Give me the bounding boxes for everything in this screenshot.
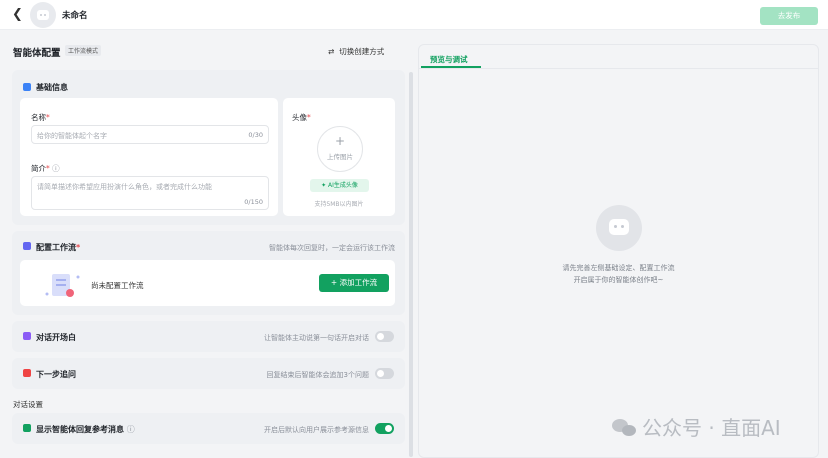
- workflow-hint: 智能体每次回复时，一定会运行该工作流: [269, 244, 395, 252]
- name-label: 名称*: [31, 113, 50, 122]
- workflow-empty-box: 尚未配置工作流 + 添加工作流: [20, 260, 395, 306]
- ai-generate-avatar-button[interactable]: ✦ AI生成头像: [310, 179, 369, 192]
- question-icon: [23, 369, 31, 377]
- basic-info-card: 基础信息 名称* 给你的智能体起个名字 0/30 简介* ⓘ 请简单描述你希望应…: [12, 70, 405, 225]
- publish-button[interactable]: 去发布: [760, 7, 818, 25]
- image-icon: [23, 83, 31, 91]
- name-counter: 0/30: [248, 131, 263, 139]
- top-bar: ❮ 未命名 去发布: [0, 0, 828, 30]
- watermark: 公众号 · 直面AI: [612, 412, 781, 441]
- opening-card: 对话开场白 让智能体主动说第一句话开启对话: [12, 321, 405, 352]
- tab-divider: [419, 68, 818, 69]
- next-step-card: 下一步追问 回复结束后智能体会追加3个问题: [12, 358, 405, 389]
- name-intro-box: 名称* 给你的智能体起个名字 0/30 简介* ⓘ 请简单描述你希望应用扮演什么…: [20, 98, 278, 216]
- mode-tag: 工作流模式: [65, 45, 102, 56]
- avatar-label: 头像*: [292, 113, 311, 122]
- config-panel: 智能体配置 工作流模式 ⇄ 切换创建方式 基础信息 名称* 给你的智能体起个名字 …: [0, 30, 414, 458]
- add-workflow-button[interactable]: + 添加工作流: [319, 274, 389, 292]
- reference-title: 显示智能体回复参考消息 ⓘ: [36, 425, 135, 434]
- config-title: 智能体配置: [13, 48, 61, 59]
- bot-placeholder-icon: [596, 205, 642, 251]
- next-step-title: 下一步追问: [36, 370, 76, 379]
- agent-name: 未命名: [62, 11, 88, 21]
- sparkle-icon: ✦: [321, 182, 327, 189]
- opening-toggle[interactable]: [375, 331, 394, 342]
- reference-hint: 开启后默认向用户展示参考源信息: [264, 426, 369, 434]
- avatar-box: 头像* + 上传图片 ✦ AI生成头像 支持5MB以内图片: [283, 98, 395, 216]
- workflow-title: 配置工作流*: [36, 243, 81, 252]
- switch-mode-label: 切换创建方式: [339, 47, 385, 56]
- empty-state-line2: 开启属于你的智能体创作吧~: [573, 276, 664, 284]
- size-tip: 支持5MB以内图片: [314, 201, 364, 208]
- next-step-hint: 回复结束后智能体会追加3个问题: [266, 371, 369, 379]
- tab-preview-debug[interactable]: 预览与调试: [430, 54, 468, 65]
- workflow-empty-text: 尚未配置工作流: [91, 281, 144, 290]
- dialog-settings-label: 对话设置: [13, 400, 43, 409]
- intro-textarea[interactable]: 请简单描述你希望应用扮演什么角色，或者完成什么功能 0/150: [31, 176, 269, 210]
- workflow-icon: [23, 242, 31, 250]
- opening-title: 对话开场白: [36, 333, 76, 342]
- back-arrow-icon[interactable]: ❮: [12, 7, 26, 23]
- workflow-illustration: [45, 274, 80, 297]
- preview-panel: 预览与调试 请先完善左侧基础设定、配置工作流 开启属于你的智能体创作吧~: [418, 44, 819, 458]
- chat-icon: [23, 332, 31, 340]
- upload-avatar-button[interactable]: + 上传图片: [317, 126, 363, 172]
- reference-icon: [23, 424, 31, 432]
- bot-avatar-icon: [37, 10, 49, 20]
- workflow-card: 配置工作流* 智能体每次回复时，一定会运行该工作流 尚未配置工作流 + 添加工作…: [12, 231, 405, 315]
- intro-counter: 0/150: [244, 198, 263, 206]
- next-step-toggle[interactable]: [375, 368, 394, 379]
- name-input[interactable]: 给你的智能体起个名字 0/30: [31, 125, 269, 144]
- agent-avatar[interactable]: [30, 2, 56, 28]
- basic-info-title: 基础信息: [36, 83, 68, 92]
- plus-icon: +: [334, 134, 346, 148]
- intro-label: 简介* ⓘ: [31, 164, 60, 173]
- info-icon: ⓘ: [52, 164, 60, 173]
- info-icon: ⓘ: [126, 425, 135, 434]
- scrollbar[interactable]: [409, 72, 413, 457]
- reference-toggle[interactable]: [375, 423, 394, 434]
- wechat-icon: [612, 419, 636, 437]
- opening-hint: 让智能体主动说第一句话开启对话: [264, 334, 369, 342]
- empty-state-line1: 请先完善左侧基础设定、配置工作流: [562, 264, 675, 272]
- swap-icon: ⇄: [328, 47, 335, 56]
- switch-create-mode-button[interactable]: ⇄ 切换创建方式: [328, 46, 384, 57]
- reference-card: 显示智能体回复参考消息 ⓘ 开启后默认向用户展示参考源信息: [12, 413, 405, 444]
